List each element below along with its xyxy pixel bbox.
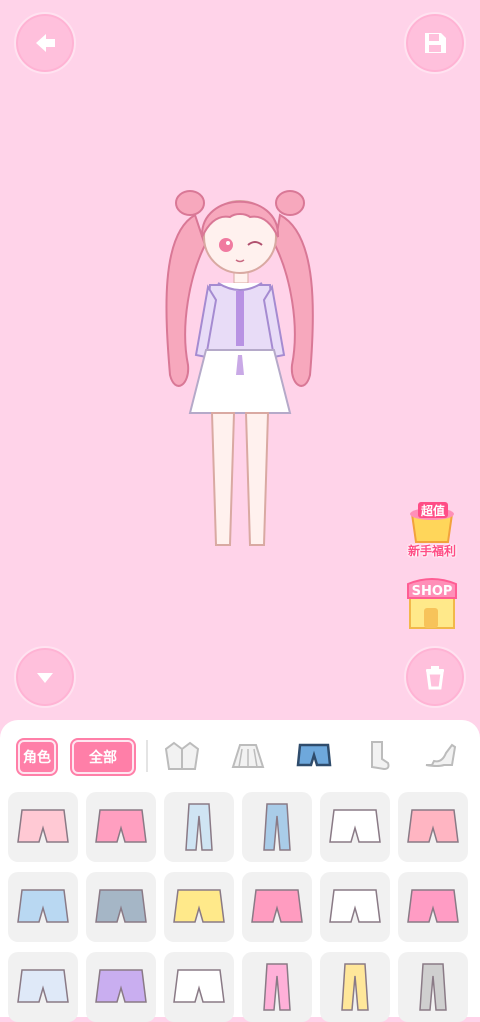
item-white-bow-bloomers[interactable] [164, 952, 234, 1022]
item-yellow-bow-shorts[interactable] [164, 872, 234, 942]
item-icon [419, 963, 447, 1011]
tab-all[interactable]: 全部 [72, 740, 134, 774]
item-icon [329, 809, 381, 843]
item-icon [407, 889, 459, 923]
item-bunny-print-bloomers[interactable] [320, 872, 390, 942]
shop-badge[interactable]: SHOP [404, 576, 460, 630]
clear-button[interactable] [404, 646, 466, 708]
save-button[interactable] [404, 12, 466, 74]
item-icon [17, 809, 69, 843]
tab-jacket[interactable] [162, 738, 202, 774]
shop-label: SHOP [412, 584, 453, 599]
back-button[interactable] [14, 12, 76, 74]
item-icon [173, 889, 225, 923]
item-pink-lace-skirt[interactable] [242, 872, 312, 942]
item-icon [95, 809, 147, 843]
item-pink-shorts[interactable] [398, 792, 468, 862]
item-icon [341, 963, 369, 1011]
item-icon [17, 889, 69, 923]
tab-character[interactable]: 角色 [18, 740, 56, 774]
skirt-icon [231, 744, 265, 768]
tab-all-label: 全部 [89, 750, 117, 766]
item-icon [185, 803, 213, 851]
item-icon [95, 969, 147, 1003]
wardrobe-panel: 角色 全部 [0, 720, 480, 1022]
item-icon [407, 809, 459, 843]
tab-skirt[interactable] [228, 738, 268, 774]
tab-shoes[interactable] [420, 738, 460, 774]
item-plaid-pants[interactable] [398, 952, 468, 1022]
arrow-left-icon [36, 34, 55, 52]
item-white-heart-shorts[interactable] [320, 792, 390, 862]
item-strawberry-bloomers[interactable] [398, 872, 468, 942]
tab-character-label: 角色 [23, 750, 51, 766]
item-icon [17, 969, 69, 1003]
item-light-denim-shorts[interactable] [8, 872, 78, 942]
tab-socks[interactable] [356, 738, 396, 774]
triangle-down-icon [37, 673, 53, 683]
dressup-stage: 超值 新手福利 SHOP [0, 0, 480, 720]
floppy-disk-icon [425, 33, 446, 53]
welfare-label: 新手福利 [407, 544, 456, 558]
item-icon [251, 889, 303, 923]
item-grey-denim-shorts[interactable] [86, 872, 156, 942]
jacket-icon [164, 741, 200, 770]
collapse-button[interactable] [14, 646, 76, 708]
item-yellow-heart-pants[interactable] [320, 952, 390, 1022]
tab-divider [146, 740, 148, 772]
item-icon [263, 803, 291, 851]
item-icon [329, 889, 381, 923]
item-blue-jeans[interactable] [242, 792, 312, 862]
welfare-tag-text: 超值 [420, 503, 445, 518]
item-lilac-bow-shorts[interactable] [86, 952, 156, 1022]
doll-character[interactable] [150, 175, 330, 560]
high-heel-icon [425, 743, 457, 767]
item-icon [95, 889, 147, 923]
tab-shorts[interactable] [294, 738, 334, 774]
shop-icon: SHOP [407, 578, 457, 629]
item-icon [263, 963, 291, 1011]
welfare-badge[interactable]: 超值 新手福利 [404, 500, 460, 559]
trash-can-icon [426, 666, 444, 690]
item-pink-wide-pants[interactable] [242, 952, 312, 1022]
category-tabs: 角色 全部 [0, 720, 480, 790]
shorts-icon [296, 743, 332, 767]
item-pink-ruffle-shorts[interactable] [8, 792, 78, 862]
sock-icon [371, 741, 390, 771]
item-striped-bow-shorts[interactable] [8, 952, 78, 1022]
item-pink-bloomers[interactable] [86, 792, 156, 862]
item-light-blue-jeans[interactable] [164, 792, 234, 862]
item-icon [173, 969, 225, 1003]
gift-bag-icon: 超值 [410, 502, 454, 543]
